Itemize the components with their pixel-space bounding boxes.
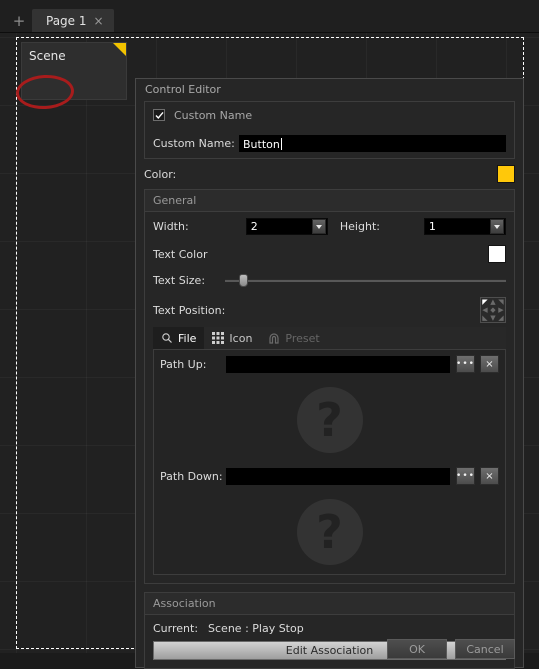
text-position-middle-left[interactable]: ◀ (481, 306, 489, 314)
text-size-label: Text Size: (153, 273, 206, 287)
color-row: Color: (136, 159, 523, 189)
text-position-top-left[interactable]: ◤ (481, 298, 489, 306)
height-label: Height: (339, 220, 380, 233)
grid-icon (212, 332, 225, 344)
slider-track (225, 279, 506, 282)
text-position-middle-center[interactable]: ◆ (489, 306, 497, 314)
path-down-row: Path Down: ••• × (154, 462, 505, 490)
path-down-clear-button[interactable]: × (480, 467, 499, 485)
path-up-label: Path Up: (160, 357, 207, 371)
text-size-slider[interactable] (225, 272, 506, 288)
custom-name-checkbox-label: Custom Name (174, 108, 253, 122)
path-up-input[interactable] (226, 355, 450, 373)
path-down-label: Path Down: (160, 469, 223, 483)
general-group-title: General (145, 190, 514, 212)
association-current-label: Current: (153, 621, 199, 635)
placeholder-question-icon: ? (296, 387, 363, 453)
path-down-input[interactable] (226, 467, 450, 485)
text-position-top-right[interactable]: ◥ (497, 298, 505, 306)
width-label: Width: (153, 220, 189, 233)
text-color-row: Text Color (145, 241, 514, 267)
cancel-button[interactable]: Cancel (455, 639, 515, 659)
placeholder-question-icon: ? (296, 499, 363, 565)
slider-handle[interactable] (239, 274, 249, 287)
text-caret (280, 137, 282, 150)
source-tab-icon[interactable]: Icon (204, 327, 260, 349)
scene-control-button[interactable]: Scene (21, 42, 127, 100)
text-color-label: Text Color (153, 247, 208, 261)
text-position-bottom-right[interactable]: ◢ (497, 314, 505, 322)
check-icon (154, 111, 164, 119)
corner-marker-icon (113, 43, 126, 56)
new-tab-button[interactable]: + (6, 9, 32, 32)
image-source-panel: File Icon Preset Path Up: ••• × ? Path D… (153, 327, 506, 575)
custom-name-checkbox-row: Custom Name (145, 102, 514, 128)
source-tab-label: File (178, 331, 197, 345)
dialog-title: Control Editor (136, 79, 523, 101)
tab-bar: + Page 1 × (0, 0, 539, 33)
association-group-title: Association (145, 593, 514, 615)
magnifier-icon (161, 332, 173, 344)
association-current-row: Current: Scene : Play Stop (145, 615, 514, 641)
image-source-tabs: File Icon Preset (153, 327, 506, 350)
text-size-row: Text Size: (145, 267, 514, 293)
association-current-value: Scene : Play Stop (208, 621, 304, 635)
source-tab-file[interactable]: File (153, 327, 205, 349)
ok-button[interactable]: OK (387, 639, 447, 659)
dialog-footer: OK Cancel (387, 639, 515, 659)
path-up-clear-button[interactable]: × (480, 355, 499, 373)
height-value: 1 (428, 220, 436, 233)
chevron-down-icon (311, 219, 326, 234)
color-label: Color: (144, 167, 177, 181)
text-position-label: Text Position: (153, 303, 226, 317)
page-canvas[interactable]: Scene Control Editor Custom Name Custom … (0, 33, 539, 669)
color-swatch-button[interactable] (497, 165, 515, 183)
width-dropdown[interactable]: 2 (245, 218, 328, 235)
image-source-body: Path Up: ••• × ? Path Down: ••• × ? (153, 350, 506, 575)
path-down-preview: ? (154, 490, 505, 574)
custom-name-group: Custom Name Custom Name: Button (144, 101, 515, 159)
text-position-bottom-center[interactable]: ▼ (489, 314, 497, 322)
custom-name-input-value: Button (243, 137, 280, 151)
text-position-middle-right[interactable]: ▶ (497, 306, 505, 314)
height-dropdown[interactable]: 1 (423, 218, 506, 235)
scene-control-label: Scene (29, 49, 66, 63)
text-position-pad[interactable]: ◤ ▲ ◥ ◀ ◆ ▶ ◣ ▼ ◢ (480, 297, 506, 323)
general-group: General Width: 2 Height: 1 Text Color Te… (144, 189, 515, 584)
custom-name-field-row: Custom Name: Button (145, 128, 514, 158)
magnet-icon (268, 332, 280, 344)
text-position-top-center[interactable]: ▲ (489, 298, 497, 306)
size-row: Width: 2 Height: 1 (145, 212, 514, 241)
text-position-row: Text Position: ◤ ▲ ◥ ◀ ◆ ▶ ◣ ▼ ◢ (145, 293, 514, 327)
path-down-browse-button[interactable]: ••• (456, 467, 475, 485)
custom-name-field-label: Custom Name: (153, 136, 235, 150)
source-tab-label: Icon (229, 331, 253, 345)
text-position-bottom-left[interactable]: ◣ (481, 314, 489, 322)
path-up-preview: ? (154, 378, 505, 462)
control-editor-dialog: Control Editor Custom Name Custom Name: … (135, 78, 524, 669)
path-up-row: Path Up: ••• × (154, 350, 505, 378)
chevron-down-icon (489, 219, 504, 234)
custom-name-checkbox[interactable] (153, 109, 165, 121)
source-tab-label: Preset (285, 331, 320, 345)
tab-label: Page 1 (46, 13, 87, 28)
width-value: 2 (250, 220, 258, 233)
close-icon[interactable]: × (94, 14, 104, 28)
text-color-swatch-button[interactable] (488, 245, 506, 263)
tab-page-1[interactable]: Page 1 × (32, 9, 114, 32)
custom-name-input[interactable]: Button (239, 134, 506, 152)
path-up-browse-button[interactable]: ••• (456, 355, 475, 373)
source-tab-preset: Preset (260, 327, 327, 349)
